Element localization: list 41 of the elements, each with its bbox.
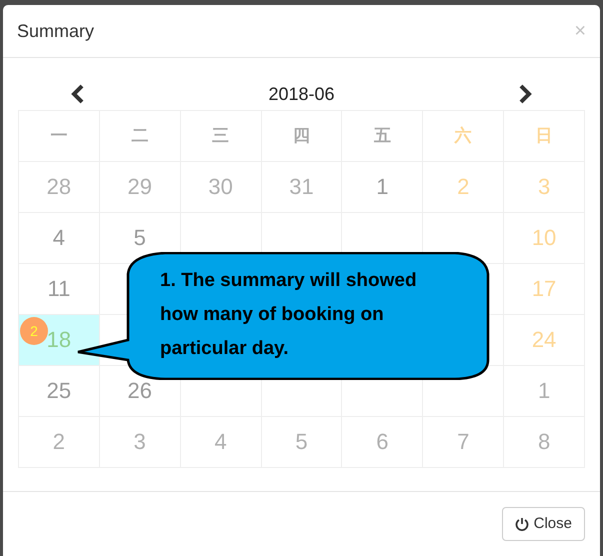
- day-number[interactable]: 6: [376, 431, 388, 453]
- next-month-button[interactable]: [519, 84, 533, 104]
- month-label: 2018-06: [268, 82, 335, 106]
- day-number[interactable]: 26: [128, 380, 152, 402]
- day-number[interactable]: 17: [532, 278, 556, 300]
- weekday-header: 三: [212, 125, 230, 148]
- weekday-header: 日: [536, 125, 553, 148]
- day-number[interactable]: 5: [295, 431, 308, 453]
- weekday-header: 五: [374, 125, 391, 148]
- day-number[interactable]: 31: [289, 176, 314, 198]
- day-number[interactable]: 29: [128, 176, 152, 198]
- day-number[interactable]: 1: [538, 380, 550, 402]
- power-icon: [514, 517, 529, 531]
- previous-month-button[interactable]: [70, 84, 84, 104]
- day-number[interactable]: 1: [376, 176, 388, 198]
- day-number[interactable]: 4: [52, 227, 66, 249]
- count-badge: 2: [20, 317, 48, 345]
- day-number[interactable]: 8: [538, 431, 550, 453]
- day-number[interactable]: 11: [48, 278, 70, 300]
- day-number[interactable]: 2: [52, 431, 66, 453]
- dialog-title: Summary: [17, 20, 94, 43]
- chevron-right-icon: [519, 84, 533, 104]
- weekday-header: 二: [131, 125, 148, 148]
- day-number[interactable]: 10: [532, 227, 556, 249]
- day-number[interactable]: 18: [46, 329, 72, 351]
- weekday-header: 六: [454, 125, 472, 148]
- day-number[interactable]: 28: [46, 176, 72, 198]
- day-number[interactable]: 25: [46, 380, 72, 402]
- day-number[interactable]: 4: [214, 431, 227, 453]
- day-number[interactable]: 30: [208, 176, 233, 198]
- day-number[interactable]: 3: [134, 431, 146, 453]
- chevron-left-icon: [70, 84, 84, 104]
- day-number[interactable]: 24: [532, 329, 556, 351]
- day-number[interactable]: 7: [457, 431, 470, 453]
- day-number[interactable]: 3: [538, 176, 550, 198]
- day-number[interactable]: 2: [457, 176, 470, 198]
- callout-text: 1. The summary will showed how many of booking on particular day.: [160, 269, 418, 361]
- day-number[interactable]: 5: [134, 227, 146, 249]
- weekday-header: 四: [292, 125, 310, 148]
- close-button[interactable]: Close: [502, 507, 585, 541]
- weekday-header: 一: [50, 125, 68, 148]
